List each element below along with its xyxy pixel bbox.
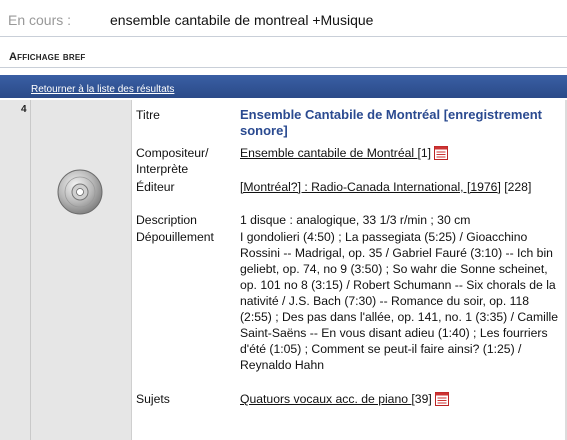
field-label-titre: Titre (136, 108, 160, 122)
field-value-depouillement: I gondolieri (4:50) ; La passegiata (5:2… (240, 230, 559, 372)
field-label-depouillement: Dépouillement (136, 230, 214, 244)
field-value-editeur: [Montréal?] : Radio-Canada International… (240, 179, 562, 195)
search-label: En cours : (8, 12, 72, 28)
composer-link[interactable]: Ensemble cantabile de Montréal (240, 146, 418, 160)
record-number-cell (0, 100, 31, 440)
back-to-results-link[interactable]: Retourner à la liste des résultats (31, 84, 174, 95)
field-label-sujets: Sujets (136, 392, 170, 406)
field-value-sujets: Quatuors vocaux acc. de piano [39] (240, 391, 562, 407)
document-list-icon[interactable] (434, 392, 449, 406)
cd-disc-icon (57, 169, 103, 215)
section-title: Affichage bref (9, 51, 86, 63)
document-list-icon[interactable] (434, 146, 449, 160)
field-value-description: 1 disque : analogique, 33 1/3 r/min ; 30… (240, 213, 471, 227)
publisher-count: [228] (504, 180, 532, 194)
search-query[interactable]: ensemble cantabile de montreal +Musique (110, 12, 373, 28)
record-number: 4 (21, 104, 27, 115)
field-value-compositeur: Ensemble cantabile de Montréal [1] (240, 145, 562, 161)
field-label-compositeur: Compositeur/ Interprète (136, 146, 209, 176)
subject-link[interactable]: Quatuors vocaux acc. de piano (240, 392, 411, 406)
search-bar: En cours : ensemble cantabile de montrea… (0, 0, 567, 38)
field-label-editeur: Éditeur (136, 180, 175, 194)
composer-count: [1] (417, 146, 432, 160)
subject-count: [39] (411, 392, 432, 406)
divider (0, 36, 567, 37)
record-title[interactable]: Ensemble Cantabile de Montréal [enregist… (240, 107, 562, 139)
divider (0, 67, 567, 68)
divider (131, 100, 132, 440)
publisher-link[interactable]: [Montréal?] : Radio-Canada International… (240, 180, 501, 194)
field-label-description: Description (136, 213, 197, 227)
